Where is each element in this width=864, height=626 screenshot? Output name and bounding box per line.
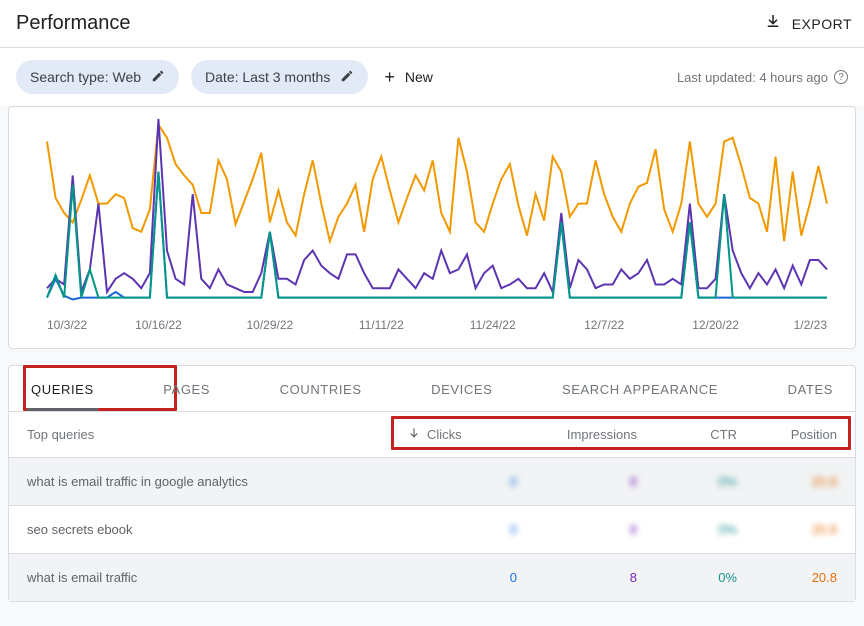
filter-chip-search-type[interactable]: Search type: Web: [16, 60, 179, 94]
add-filter-button[interactable]: + New: [380, 68, 437, 86]
table-rows: what is email traffic in google analytic…: [9, 457, 855, 601]
performance-chart: 10/3/22 10/16/22 10/29/22 11/11/22 11/24/22 1…: [27, 113, 837, 337]
svg-text:12/7/22: 12/7/22: [584, 318, 624, 332]
svg-text:10/16/22: 10/16/22: [135, 318, 182, 332]
pencil-icon: [340, 69, 354, 86]
svg-text:10/29/22: 10/29/22: [246, 318, 293, 332]
svg-text:1/2/23: 1/2/23: [794, 318, 828, 332]
column-impressions[interactable]: Impressions: [517, 427, 637, 442]
table-row[interactable]: what is email traffic in google analytic…: [9, 457, 855, 505]
plus-icon: +: [384, 68, 395, 86]
help-icon[interactable]: ?: [834, 70, 848, 84]
column-ctr[interactable]: CTR: [637, 427, 737, 442]
download-icon: [764, 12, 782, 35]
filter-chip-label: Search type: Web: [30, 69, 141, 85]
last-updated-text: Last updated: 4 hours ago: [677, 70, 828, 85]
dimension-tabs: QUERIES PAGES COUNTRIES DEVICES SEARCH APPEA…: [9, 366, 855, 412]
svg-text:12/20/22: 12/20/22: [692, 318, 739, 332]
tab-queries[interactable]: QUERIES: [21, 366, 104, 411]
filter-chip-label: Date: Last 3 months: [205, 69, 330, 85]
page-header: Performance EXPORT: [0, 0, 864, 48]
arrow-down-icon: [407, 426, 421, 443]
column-headers: Top queries Clicks Impressions CTR Posit…: [9, 412, 855, 457]
export-button[interactable]: EXPORT: [764, 12, 852, 35]
last-updated: Last updated: 4 hours ago ?: [677, 70, 848, 85]
filter-bar: Search type: Web Date: Last 3 months + N…: [0, 48, 864, 106]
query-cell: what is email traffic in google analytic…: [27, 474, 407, 489]
chart-card: 10/3/22 10/16/22 10/29/22 11/11/22 11/24/22 1…: [8, 106, 856, 349]
table-card: QUERIES PAGES COUNTRIES DEVICES SEARCH APPEA…: [8, 365, 856, 602]
column-top-queries: Top queries: [27, 427, 407, 442]
tab-search-appearance[interactable]: SEARCH APPEARANCE: [552, 366, 728, 411]
query-cell: seo secrets ebook: [27, 522, 407, 537]
column-clicks[interactable]: Clicks: [407, 426, 517, 443]
tab-countries[interactable]: COUNTRIES: [270, 366, 372, 411]
tab-devices[interactable]: DEVICES: [421, 366, 502, 411]
column-position[interactable]: Position: [737, 427, 837, 442]
impressions-cell: 8: [517, 570, 637, 585]
tab-pages[interactable]: PAGES: [153, 366, 220, 411]
tab-dates[interactable]: DATES: [778, 366, 843, 411]
impressions-cell: 8: [517, 474, 637, 489]
position-cell: 20.8: [737, 522, 837, 537]
query-cell: what is email traffic: [27, 570, 407, 585]
svg-text:10/3/22: 10/3/22: [47, 318, 87, 332]
ctr-cell: 0%: [637, 570, 737, 585]
export-label: EXPORT: [792, 16, 852, 32]
position-cell: 20.8: [737, 570, 837, 585]
clicks-cell: 0: [407, 570, 517, 585]
svg-text:11/11/22: 11/11/22: [359, 318, 404, 332]
add-filter-label: New: [405, 69, 433, 85]
pencil-icon: [151, 69, 165, 86]
position-cell: 20.8: [737, 474, 837, 489]
page-title: Performance: [16, 12, 131, 35]
svg-text:11/24/22: 11/24/22: [470, 318, 516, 332]
ctr-cell: 0%: [637, 474, 737, 489]
impressions-cell: 8: [517, 522, 637, 537]
clicks-cell: 0: [407, 522, 517, 537]
clicks-cell: 0: [407, 474, 517, 489]
filter-chip-date[interactable]: Date: Last 3 months: [191, 60, 368, 94]
ctr-cell: 0%: [637, 522, 737, 537]
column-clicks-label: Clicks: [427, 427, 462, 442]
table-row[interactable]: seo secrets ebook080%20.8: [9, 505, 855, 553]
table-row[interactable]: what is email traffic080%20.8: [9, 553, 855, 601]
